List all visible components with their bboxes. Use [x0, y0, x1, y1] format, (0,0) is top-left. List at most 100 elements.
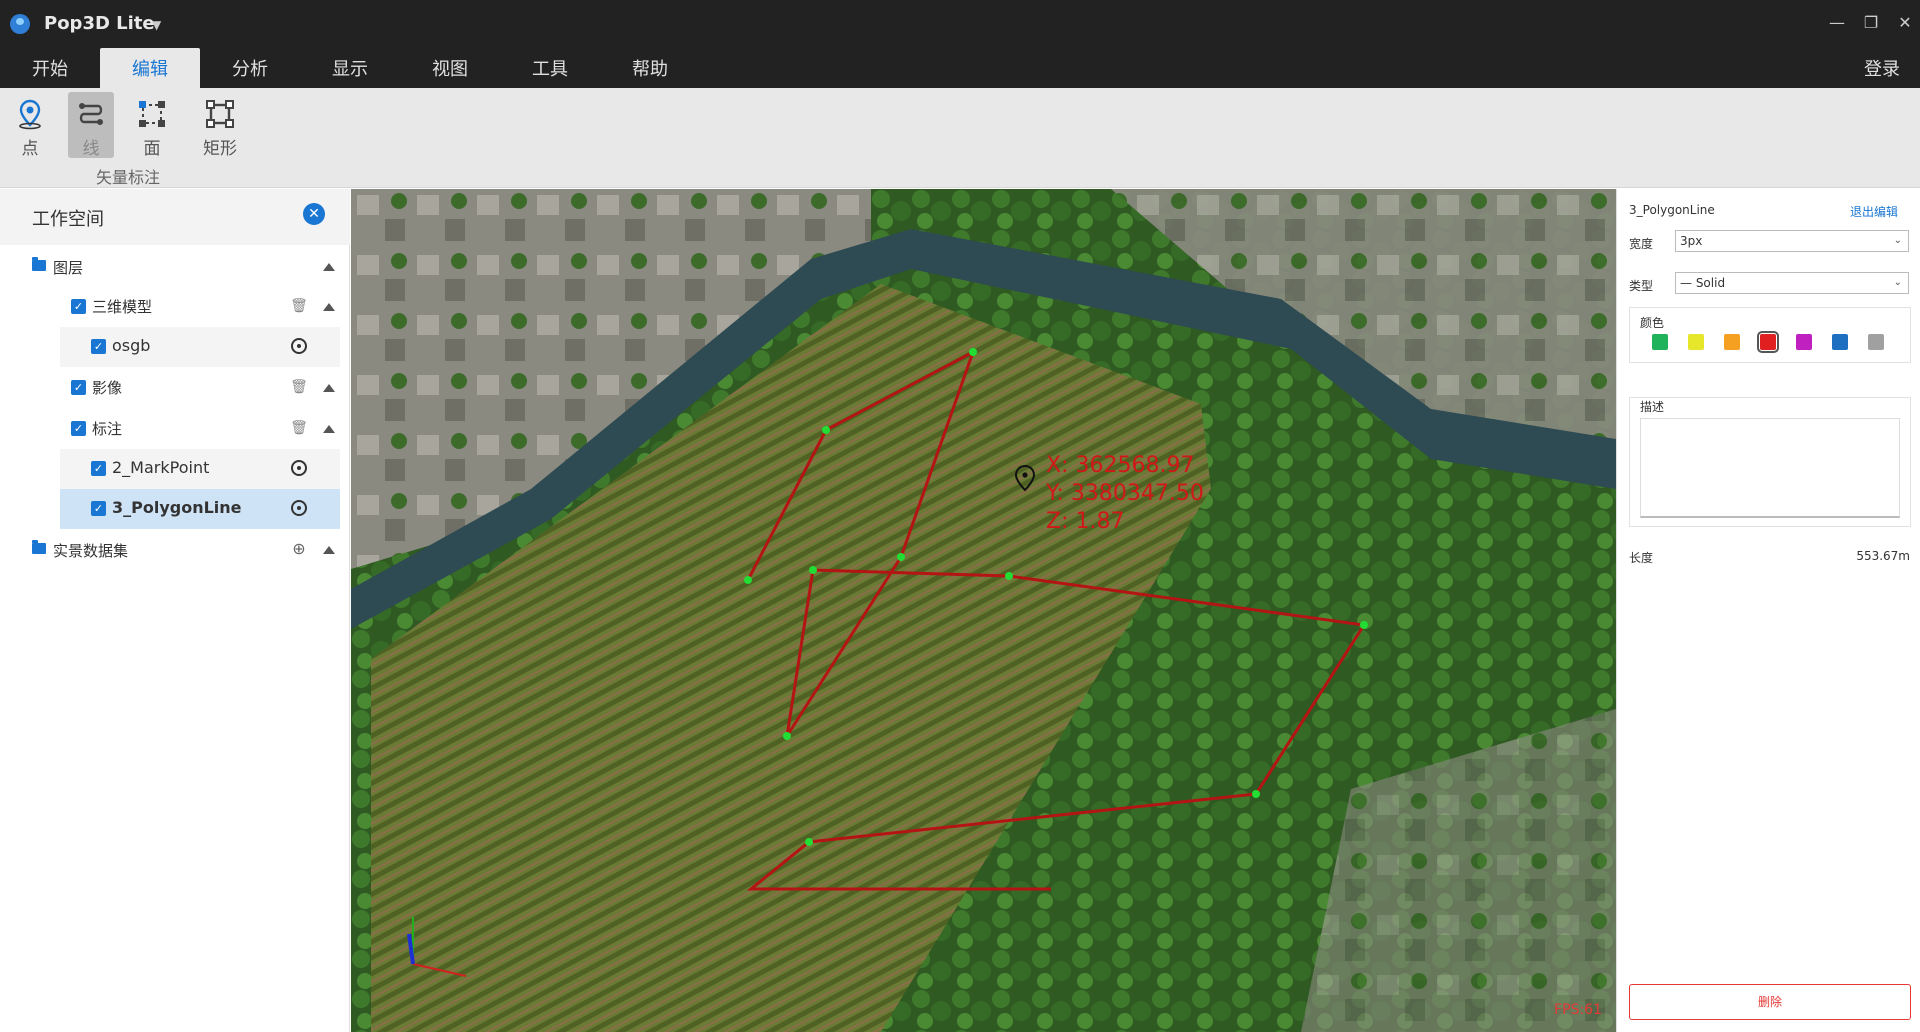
delete-button[interactable]: 删除	[1629, 984, 1911, 1020]
coord-y-readout: Y: 3380347.50	[1046, 481, 1204, 506]
collapse-triangle-icon[interactable]	[323, 303, 335, 311]
polygon-icon	[139, 101, 165, 127]
feature-name: 3_PolygonLine	[1629, 203, 1715, 217]
ribbon-toolbar: 点 线 面 矩形 矢量标注	[0, 88, 1920, 188]
length-value: 553.67m	[1856, 549, 1910, 563]
tab-display[interactable]: 显示	[300, 48, 400, 88]
rectangle-tool-label: 矩形	[203, 139, 237, 159]
tree-label-3d-model: 三维模型	[92, 298, 153, 316]
workspace-header: 工作空间 ✕	[0, 189, 350, 245]
checkbox-markpoint[interactable]: ✓	[91, 461, 106, 476]
color-swatch-red[interactable]	[1757, 331, 1779, 353]
title-bar: Pop3D Lite ▼ — ❐ ✕	[0, 0, 1920, 48]
chevron-down-icon: ⌄	[1893, 235, 1902, 246]
tree-row-polyline[interactable]: ✓ 3_PolygonLine	[60, 489, 340, 529]
checkbox-osgb[interactable]: ✓	[91, 339, 106, 354]
tree-label-dataset: 实景数据集	[53, 542, 129, 560]
tree-row-markpoint[interactable]: ✓ 2_MarkPoint	[60, 449, 340, 489]
aerial-scene	[351, 189, 1616, 1032]
close-window-icon[interactable]: ✕	[1894, 12, 1916, 34]
collapse-triangle-icon[interactable]	[323, 546, 335, 554]
tree-label-imagery: 影像	[92, 379, 123, 397]
tree-label-markpoint: 2_MarkPoint	[112, 458, 210, 477]
vector-annotation-group-label: 矢量标注	[96, 168, 161, 187]
tree-row-layers[interactable]: 图层	[0, 247, 350, 287]
color-section: 颜色	[1629, 307, 1911, 363]
add-circle-icon[interactable]: ⊕	[290, 540, 308, 558]
rectangle-icon	[206, 100, 234, 128]
color-swatch-yellow[interactable]	[1688, 334, 1704, 350]
exit-edit-link[interactable]: 退出编辑	[1850, 203, 1898, 220]
locate-icon[interactable]	[291, 338, 307, 354]
width-select[interactable]: 3px ⌄	[1675, 230, 1909, 252]
coord-z-readout: Z: 1.87	[1046, 509, 1125, 534]
folder-icon	[32, 540, 46, 554]
chevron-down-icon: ⌄	[1893, 277, 1902, 288]
width-label: 宽度	[1629, 237, 1654, 251]
tab-help[interactable]: 帮助	[600, 48, 700, 88]
tree-label-polyline: 3_PolygonLine	[112, 498, 242, 517]
folder-icon	[32, 257, 46, 271]
tab-view[interactable]: 视图	[400, 48, 500, 88]
map-pin-icon	[19, 99, 41, 130]
color-label: 颜色	[1640, 316, 1665, 330]
map-viewport[interactable]: X: 362568.97 Y: 3380347.50 Z: 1.87 FPS:6…	[351, 189, 1616, 1032]
polygon-tool-label: 面	[143, 139, 161, 159]
tree-row-imagery[interactable]: ✓ 影像 🗑	[0, 368, 350, 408]
locate-icon[interactable]	[291, 500, 307, 516]
tree-row-osgb[interactable]: ✓ osgb	[60, 327, 340, 367]
tree-row-3d-model[interactable]: ✓ 三维模型 🗑	[0, 287, 350, 327]
fps-counter: FPS:61	[1554, 1002, 1602, 1018]
description-textarea[interactable]	[1640, 418, 1900, 518]
rectangle-tool-button[interactable]: 矩形	[194, 92, 246, 159]
tab-edit[interactable]: 编辑	[100, 48, 200, 88]
coord-x-readout: X: 362568.97	[1046, 453, 1195, 478]
description-section: 描述	[1629, 397, 1911, 527]
login-button[interactable]: 登录	[1864, 48, 1900, 88]
locate-icon[interactable]	[291, 460, 307, 476]
color-swatch-orange[interactable]	[1724, 334, 1740, 350]
collapse-triangle-icon[interactable]	[323, 384, 335, 392]
tree-label-layers: 图层	[53, 259, 84, 277]
tree-label-osgb: osgb	[112, 336, 151, 355]
app-menu-chevron-down-icon[interactable]: ▼	[152, 18, 161, 32]
line-type-value: — Solid	[1680, 276, 1726, 290]
width-value: 3px	[1680, 234, 1703, 248]
line-tool-label: 线	[82, 139, 100, 159]
point-tool-button[interactable]: 点	[5, 92, 55, 159]
checkbox-annotation[interactable]: ✓	[71, 421, 86, 436]
tab-start[interactable]: 开始	[0, 48, 100, 88]
menu-bar: 开始 编辑 分析 显示 视图 工具 帮助 登录	[0, 48, 1920, 88]
line-type-select[interactable]: — Solid ⌄	[1675, 272, 1909, 294]
collapse-triangle-icon[interactable]	[323, 425, 335, 433]
line-tool-button[interactable]: 线	[68, 92, 114, 159]
color-swatch-gray[interactable]	[1868, 334, 1884, 350]
properties-panel: 3_PolygonLine 退出编辑 宽度 3px ⌄ 类型 — Solid ⌄…	[1616, 189, 1920, 1032]
collapse-triangle-icon[interactable]	[323, 263, 335, 271]
point-tool-label: 点	[21, 139, 39, 159]
app-title: Pop3D Lite	[44, 13, 155, 34]
tab-tools[interactable]: 工具	[500, 48, 600, 88]
trash-icon[interactable]: 🗑	[290, 297, 308, 315]
checkbox-polyline[interactable]: ✓	[91, 501, 106, 516]
polygon-tool-button[interactable]: 面	[127, 92, 177, 159]
minimize-icon[interactable]: —	[1826, 12, 1848, 34]
color-swatch-blue[interactable]	[1832, 334, 1848, 350]
tree-row-annotation[interactable]: ✓ 标注 🗑	[0, 409, 350, 449]
length-label: 长度	[1629, 551, 1654, 565]
checkbox-imagery[interactable]: ✓	[71, 380, 86, 395]
restore-icon[interactable]: ❐	[1860, 12, 1882, 34]
workspace-title: 工作空间	[32, 209, 104, 230]
color-swatch-green[interactable]	[1652, 334, 1668, 350]
close-workspace-icon[interactable]: ✕	[303, 203, 325, 225]
trash-icon[interactable]: 🗑	[290, 378, 308, 396]
color-swatch-magenta[interactable]	[1796, 334, 1812, 350]
checkbox-3d-model[interactable]: ✓	[71, 299, 86, 314]
tree-row-dataset[interactable]: 实景数据集 ⊕	[0, 530, 350, 570]
workspace-panel: 工作空间 ✕ 图层 ✓ 三维模型 🗑 ✓ osgb ✓ 影像 🗑 ✓ 标注 🗑 …	[0, 189, 350, 1032]
app-logo-icon	[10, 14, 30, 34]
trash-icon[interactable]: 🗑	[290, 419, 308, 437]
type-label: 类型	[1629, 279, 1654, 293]
tab-analysis[interactable]: 分析	[200, 48, 300, 88]
polyline-icon	[79, 103, 103, 125]
